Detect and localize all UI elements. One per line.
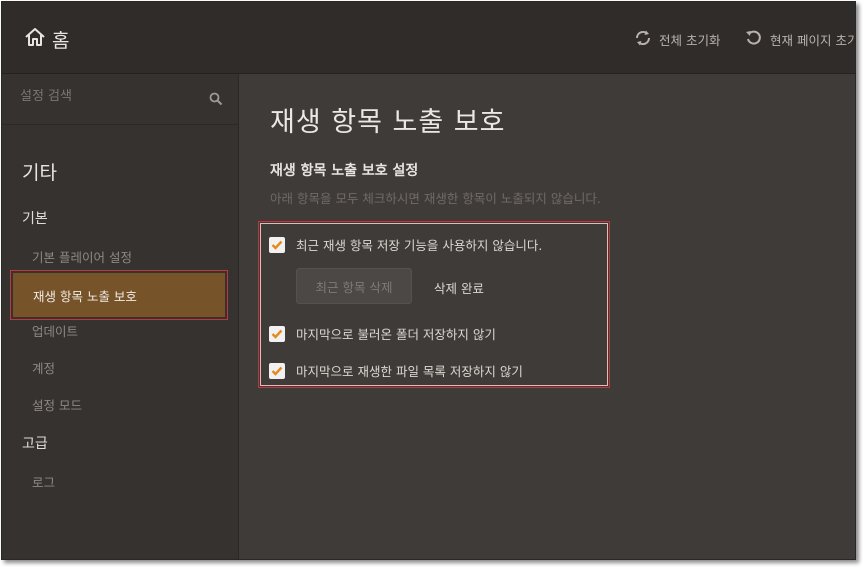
option-no-last-folder[interactable]: 마지막으로 불러온 폴더 저장하지 않기 (269, 324, 496, 343)
sidebar: 기타 기본 기본 플레이어 설정 재생 항목 노출 보호 업데이트 계정 설정 … (2, 74, 239, 559)
sidebar-item-settings-mode[interactable]: 설정 모드 (32, 395, 82, 414)
sidebar-item-player-settings[interactable]: 기본 플레이어 설정 (32, 247, 132, 266)
home-button[interactable]: 홈 (24, 26, 69, 53)
option-disable-recent[interactable]: 최근 재생 항목 저장 기능을 사용하지 않습니다. (269, 235, 542, 254)
group-advanced-heading: 고급 (22, 436, 48, 452)
search-icon[interactable] (209, 91, 223, 110)
reset-all-label: 전체 초기화 (659, 33, 721, 48)
sidebar-item-update[interactable]: 업데이트 (32, 321, 78, 340)
reset-icon (745, 29, 770, 50)
checkmark-icon (271, 329, 283, 339)
option-no-playlist[interactable]: 마지막으로 재생한 파일 목록 저장하지 않기 (269, 361, 523, 380)
section-description: 아래 항목을 모두 체크하시면 재생한 항목이 노출되지 않습니다. (270, 191, 601, 206)
section-title: 기타 (22, 162, 57, 184)
checkbox[interactable] (269, 236, 285, 253)
group-basic-heading: 기본 (22, 211, 48, 227)
sidebar-item-account[interactable]: 계정 (32, 358, 55, 377)
refresh-icon (634, 29, 659, 50)
page-title: 재생 항목 노출 보호 (270, 107, 506, 138)
sidebar-item-playback-protection[interactable]: 재생 항목 노출 보호 (10, 270, 228, 320)
search-box (2, 74, 238, 125)
option-label: 최근 재생 항목 저장 기능을 사용하지 않습니다. (296, 238, 543, 253)
home-icon (24, 26, 52, 53)
home-label: 홈 (52, 30, 70, 52)
section-subtitle: 재생 항목 노출 보호 설정 (270, 163, 419, 179)
checkmark-icon (271, 240, 283, 250)
sidebar-item-log[interactable]: 로그 (32, 472, 55, 491)
option-label: 마지막으로 재생한 파일 목록 저장하지 않기 (296, 364, 523, 379)
search-input[interactable] (20, 89, 200, 104)
sidebar-item-label: 재생 항목 노출 보호 (33, 288, 137, 304)
reset-page-button[interactable]: 현재 페이지 초기화 (745, 29, 855, 50)
checkbox[interactable] (269, 325, 285, 342)
option-label: 마지막으로 불러온 폴더 저장하지 않기 (296, 327, 496, 342)
reset-page-label: 현재 페이지 초기화 (770, 33, 855, 48)
delete-status: 삭제 완료 (434, 281, 484, 296)
checkbox[interactable] (269, 362, 285, 379)
reset-all-button[interactable]: 전체 초기화 (634, 29, 720, 50)
delete-recent-button[interactable]: 최근 항목 삭제 (296, 268, 412, 304)
header-bar: 홈 전체 초기화 현재 페이지 초기화 (2, 2, 855, 74)
settings-window: 홈 전체 초기화 현재 페이지 초기화 기타 기본 기본 플레이어 설정 재생 … (1, 1, 856, 560)
checkmark-icon (271, 366, 283, 376)
